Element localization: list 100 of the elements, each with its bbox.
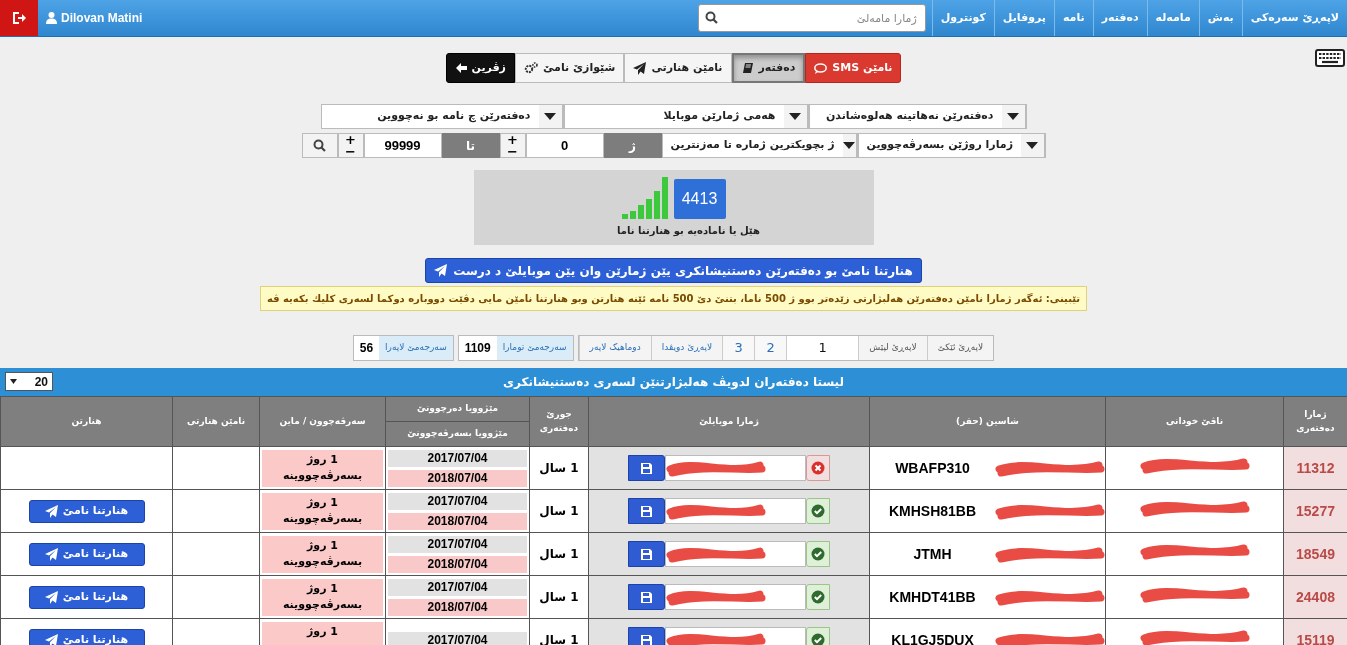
column-header: مێژوویا دەرچوونێ — [386, 397, 529, 422]
column-header: شاسین (حقر) — [869, 396, 1106, 447]
keyboard-icon[interactable] — [1315, 49, 1345, 67]
column-header: مێژوویا بسەرڤەچوونێ — [406, 426, 509, 441]
search-icon — [313, 139, 326, 152]
range-label: تا — [441, 133, 500, 158]
book-type: 1 سال — [539, 590, 579, 604]
phone-field[interactable] — [665, 584, 806, 610]
record-number: 11312 — [1296, 459, 1335, 476]
total-label: سەرجەمێ لاپەرا — [379, 336, 453, 360]
pager-link[interactable]: لاپەڕێ لپێش — [858, 336, 927, 360]
remaining-days: 1 روژ بسەرڤەچووینە — [262, 578, 383, 616]
increment-button[interactable]: + — [500, 134, 525, 146]
select-field[interactable]: هەمی ژمارێن موبایلا — [563, 104, 809, 129]
select-field[interactable]: دەفتەرێن چ نامە بو نەچووین — [320, 104, 564, 129]
tab[interactable]: نامێن هنارتی — [624, 53, 732, 83]
chassis-number: KMHDT41BB — [889, 587, 976, 607]
tab[interactable]: نامێن SMS — [805, 53, 902, 83]
paper-plane-icon — [44, 504, 58, 518]
range-label: ژ — [603, 133, 662, 158]
send-all-button[interactable]: هنارتنا نامێ بو دەفتەرێن دەستنیشانکری یێن ژمارێن وان یێن موبایلێ د درست — [425, 258, 922, 283]
error-icon — [811, 461, 825, 475]
search-icon — [704, 11, 718, 24]
chassis-number: KL1GJ5DUX — [891, 630, 974, 645]
total-value: 1109 — [463, 340, 492, 357]
record-number: 24408 — [1296, 588, 1335, 605]
send-message-button[interactable]: هنارتنا نامێ — [28, 628, 145, 645]
check-icon — [811, 633, 825, 645]
issue-date: 2017/07/04 — [388, 492, 527, 510]
save-button[interactable] — [628, 541, 665, 567]
send-message-button[interactable]: هنارتنا نامێ — [28, 542, 145, 566]
pager-link[interactable]: لاپەڕێ ئێکێ — [926, 336, 994, 360]
decrement-button[interactable]: − — [500, 146, 525, 157]
page-link[interactable]: 3 — [722, 336, 755, 360]
caret-icon — [1007, 113, 1019, 120]
book-type: 1 سال — [539, 461, 579, 475]
paper-plane-icon — [633, 61, 647, 75]
chassis-number: WBAFP310 — [895, 458, 970, 478]
issue-date: 2017/07/04 — [388, 449, 527, 467]
phone-field[interactable] — [665, 455, 806, 481]
issue-date: 2017/07/04 — [388, 631, 527, 645]
total-label: سەرجەمێ تومارا — [496, 336, 573, 360]
increment-button[interactable]: + — [338, 134, 363, 146]
phone-field[interactable] — [665, 541, 806, 567]
search-button[interactable] — [301, 133, 338, 158]
decrement-button[interactable]: − — [338, 146, 363, 157]
paper-plane-icon — [44, 633, 58, 645]
column-header: ناڤێ خودانی — [1105, 396, 1284, 447]
send-message-button[interactable]: هنارتنا نامێ — [28, 585, 145, 609]
select-field[interactable]: ژ بچویکترین ژمارە تا مەزنترین — [661, 133, 858, 158]
caret-icon — [789, 113, 801, 120]
pager-link[interactable]: لاپەڕێ دویڤدا — [650, 336, 723, 360]
record-number: 15277 — [1296, 502, 1335, 519]
check-icon — [811, 547, 825, 561]
check-icon — [811, 590, 825, 604]
number-field[interactable]: 0 — [525, 133, 604, 158]
user-icon — [46, 12, 57, 24]
table-title: لیستا دەفتەران لدویڤ هەلبژارتنێن لسەری دەستنیشانکری — [502, 374, 844, 391]
issue-date: 2017/07/04 — [388, 535, 527, 553]
remaining-days: 1 روژ بسەرڤەچووینە — [262, 535, 383, 573]
save-button[interactable] — [628, 584, 665, 610]
record-number: 18549 — [1296, 545, 1335, 562]
total-value: 56 — [358, 340, 375, 357]
issue-date: 2017/07/04 — [388, 578, 527, 596]
select-field[interactable]: ژمارا روژێن بسەرڤەچووین — [857, 133, 1046, 158]
page-link[interactable]: 2 — [754, 336, 787, 360]
column-header: جورێ دەفتەری — [529, 396, 589, 447]
remaining-days: 1 روژ بسەرڤەچووینە — [262, 492, 383, 530]
caret-icon — [10, 379, 17, 384]
send-message-button[interactable]: هنارتنا نامێ — [28, 499, 145, 523]
number-field[interactable]: 99999 — [363, 133, 442, 158]
book-type: 1 سال — [539, 504, 579, 518]
chassis-number: KMHSH81BB — [888, 501, 977, 521]
chassis-number: JTMH — [913, 544, 952, 564]
logout-button[interactable] — [0, 0, 38, 36]
column-header: نامێن هنارتی — [172, 396, 260, 447]
phone-field[interactable] — [665, 498, 806, 524]
page-size-select[interactable]: 20 — [5, 372, 53, 391]
select-field[interactable]: دەفتەرێن نەهاتینە هەلوەشاندن — [808, 104, 1027, 129]
column-header: هنارتن — [0, 396, 173, 447]
tab[interactable]: شێوازێ نامێ — [514, 53, 625, 83]
paper-plane-icon — [44, 547, 58, 561]
tab[interactable]: دەفتەر — [731, 53, 806, 83]
expiry-date: 2018/07/04 — [388, 555, 527, 573]
paper-plane-icon — [434, 264, 448, 277]
save-button[interactable] — [628, 498, 665, 524]
caret-icon — [544, 113, 556, 120]
pager-link[interactable]: دوماهیک لاپەر — [578, 336, 651, 360]
tab[interactable]: زڤرین — [445, 53, 515, 83]
record-number: 15119 — [1296, 631, 1335, 645]
expiry-date: 2018/07/04 — [388, 598, 527, 616]
save-button[interactable] — [628, 455, 665, 481]
caret-icon — [1026, 142, 1039, 149]
search-field[interactable]: ژمارا مامەلێ — [697, 4, 926, 32]
chat-bubble-icon — [814, 62, 828, 74]
column-header: سەرڤەچوون / ماین — [259, 396, 386, 447]
arrow-left-icon — [454, 62, 467, 74]
gears-icon — [523, 62, 538, 74]
count-badge: 4413 — [673, 179, 726, 219]
book-icon — [741, 62, 754, 74]
